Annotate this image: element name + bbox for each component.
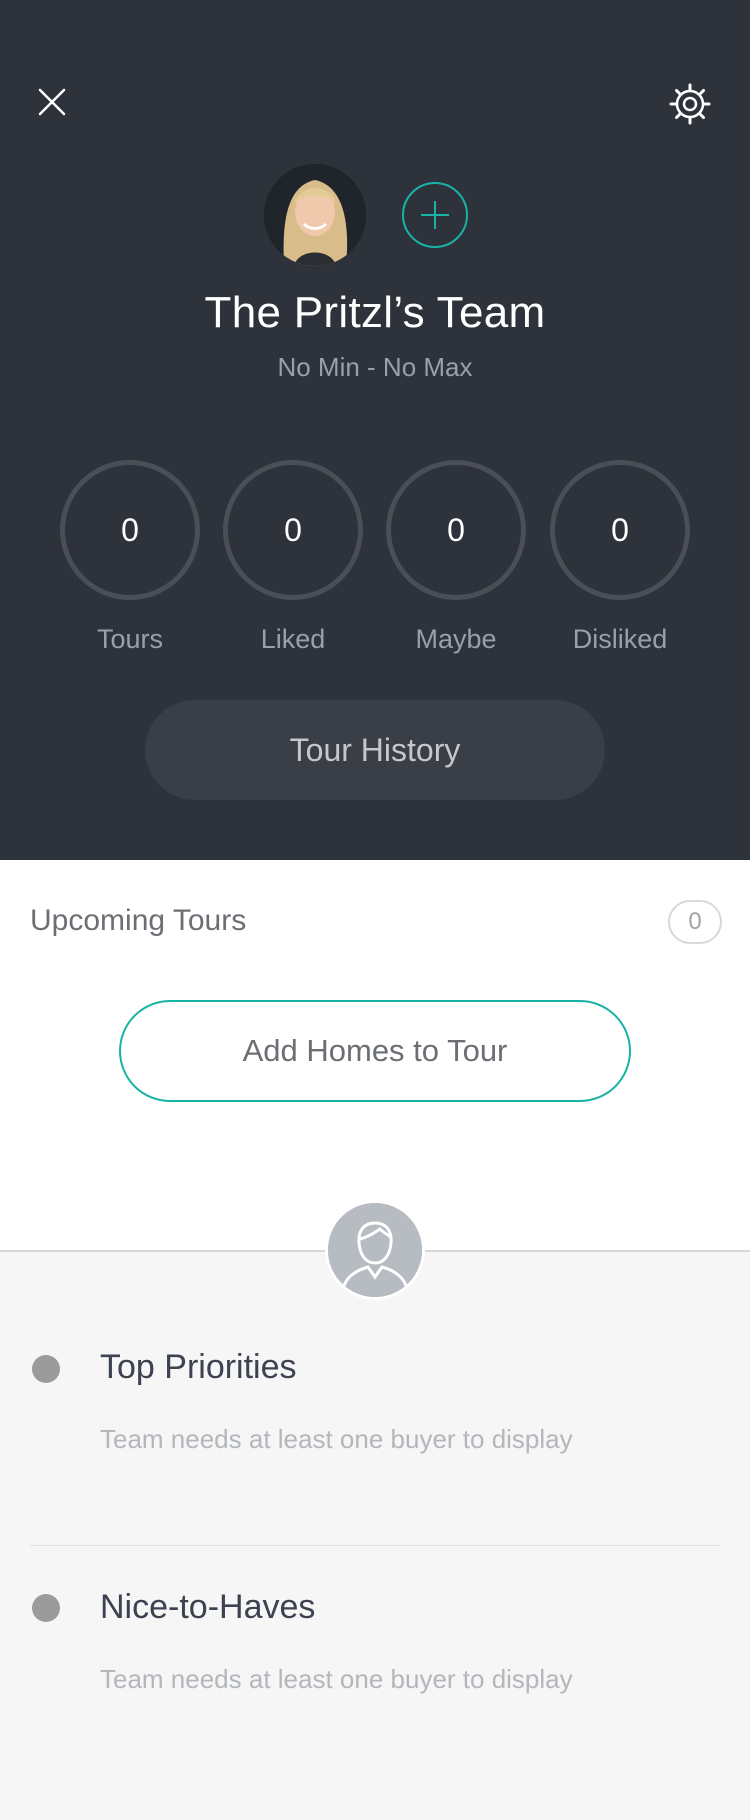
stat-disliked[interactable]: 0 Disliked: [550, 460, 690, 655]
priority-dot: [32, 1355, 60, 1383]
settings-button[interactable]: [668, 82, 712, 126]
stat-label: Maybe: [415, 624, 497, 654]
team-name: The Pritzl’s Team: [204, 288, 546, 337]
upcoming-tours-section: Upcoming Tours 0 Add Homes to Tour: [0, 860, 750, 1250]
agent-photo: [264, 164, 366, 266]
top-priorities-title: Top Priorities: [100, 1348, 297, 1386]
stat-ring: 0: [386, 460, 526, 600]
upcoming-tours-count-badge: 0: [668, 900, 722, 944]
plus-icon[interactable]: [417, 197, 453, 233]
nice-to-haves-empty-text: Team needs at least one buyer to display: [100, 1664, 573, 1694]
gear-icon[interactable]: [668, 82, 712, 126]
upcoming-tours-title: Upcoming Tours: [30, 904, 247, 937]
divider: [30, 1545, 720, 1546]
stat-label: Tours: [96, 624, 164, 654]
close-button[interactable]: [32, 82, 72, 122]
stat-label: Disliked: [572, 624, 668, 654]
agent-avatar[interactable]: [264, 164, 366, 266]
add-homes-to-tour-button[interactable]: Add Homes to Tour: [119, 1000, 631, 1102]
buyer-avatar[interactable]: [325, 1200, 425, 1300]
stat-ring: 0: [223, 460, 363, 600]
add-member-button[interactable]: [402, 182, 468, 248]
stat-ring: 0: [60, 460, 200, 600]
stat-maybe[interactable]: 0 Maybe: [386, 460, 526, 655]
nice-to-haves-title: Nice-to-Haves: [100, 1588, 316, 1626]
stat-liked[interactable]: 0 Liked: [223, 460, 363, 655]
stat-tours[interactable]: 0 Tours: [60, 460, 200, 655]
team-header: The Pritzl’s Team No Min - No Max 0 Tour…: [0, 0, 750, 860]
user-silhouette-icon: [328, 1203, 422, 1297]
price-range: No Min - No Max: [277, 352, 473, 382]
stat-label: Liked: [260, 624, 326, 654]
top-priorities-empty-text: Team needs at least one buyer to display: [100, 1424, 573, 1454]
priority-dot: [32, 1594, 60, 1622]
close-icon[interactable]: [32, 82, 72, 122]
stat-ring: 0: [550, 460, 690, 600]
tour-history-button[interactable]: Tour History: [145, 700, 605, 800]
